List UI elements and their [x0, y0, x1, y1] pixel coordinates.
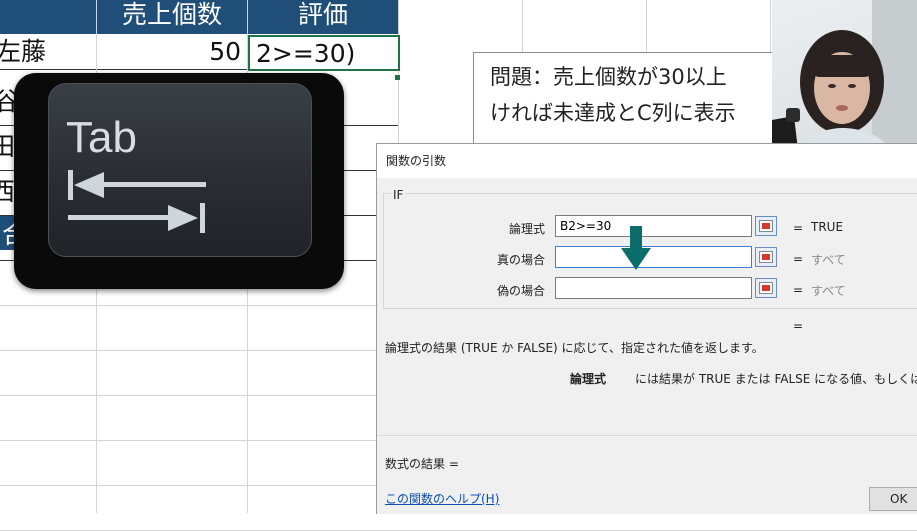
logical-test-result: TRUE [811, 220, 844, 234]
cell-b2[interactable]: 50 [97, 35, 247, 70]
logical-test-label: 論理式 [508, 222, 545, 236]
tab-arrows-icon [68, 170, 206, 233]
cell-a2-text: 左藤 [0, 37, 47, 66]
ok-button[interactable]: OK [869, 487, 917, 511]
header-cell-evaluation[interactable]: 評価 [248, 0, 399, 34]
function-arguments-dialog: 関数の引数 IF 論理式 = TRUE 真の場合 = すべて 偽の場合 = すべ… [376, 143, 917, 514]
pointer-arrow-icon [621, 226, 651, 270]
tab-key-label: Tab [66, 113, 137, 162]
cell-c2-formula: 2>=30) [256, 39, 356, 68]
header-cell-a[interactable] [0, 0, 97, 34]
value-if-true-input[interactable] [555, 246, 752, 268]
logical-test-ref-button[interactable] [755, 216, 777, 236]
divider [377, 435, 917, 436]
formula-result-label: 数式の結果 = [385, 457, 459, 471]
fill-handle[interactable] [395, 75, 400, 80]
value-if-false-label: 偽の場合 [496, 284, 545, 298]
equals-sign: = [793, 221, 804, 235]
value-if-false-ref-button[interactable] [755, 278, 777, 298]
dialog-titlebar[interactable] [377, 144, 917, 178]
cell-a2[interactable]: 左藤 [0, 35, 96, 70]
equals-sign: = [793, 252, 804, 266]
header-cell-sales-count[interactable]: 売上個数 [97, 0, 248, 34]
range-marker [762, 254, 770, 260]
dialog-title: 関数の引数 [386, 154, 447, 168]
value-if-false-result: すべて [811, 284, 846, 298]
header-evaluation-label: 評価 [297, 0, 348, 29]
value-if-true-result: すべて [811, 253, 846, 267]
cell-b2-text: 50 [209, 37, 241, 66]
argument-description-label: 論理式 [570, 372, 607, 386]
function-help-link[interactable]: この関数のヘルプ(H) [385, 490, 499, 507]
argument-description: には結果が TRUE または FALSE になる値、もしくは数 [635, 372, 917, 386]
function-description: 論理式の結果 (TRUE か FALSE) に応じて、指定された値を返します。 [385, 341, 764, 355]
equals-sign: = [793, 283, 804, 297]
function-name-label: IF [391, 188, 406, 202]
problem-text-box: 問題：売上個数が30以上 ければ未達成とC列に表示 [473, 52, 795, 148]
value-if-true-ref-button[interactable] [755, 247, 777, 267]
function-result-equals: = [793, 319, 804, 333]
value-if-false-input[interactable] [555, 277, 752, 299]
range-marker [762, 223, 770, 229]
header-sales-count-label: 売上個数 [121, 0, 222, 29]
problem-line-2: ければ未達成とC列に表示 [490, 101, 736, 125]
logical-test-input[interactable] [555, 215, 752, 237]
problem-line-1: 問題：売上個数が30以上 [490, 65, 727, 89]
value-if-true-label: 真の場合 [496, 253, 545, 267]
tab-key-overlay: Tab [14, 73, 344, 289]
range-marker [762, 285, 770, 291]
cell-c2-active[interactable]: 2>=30) [248, 35, 400, 71]
